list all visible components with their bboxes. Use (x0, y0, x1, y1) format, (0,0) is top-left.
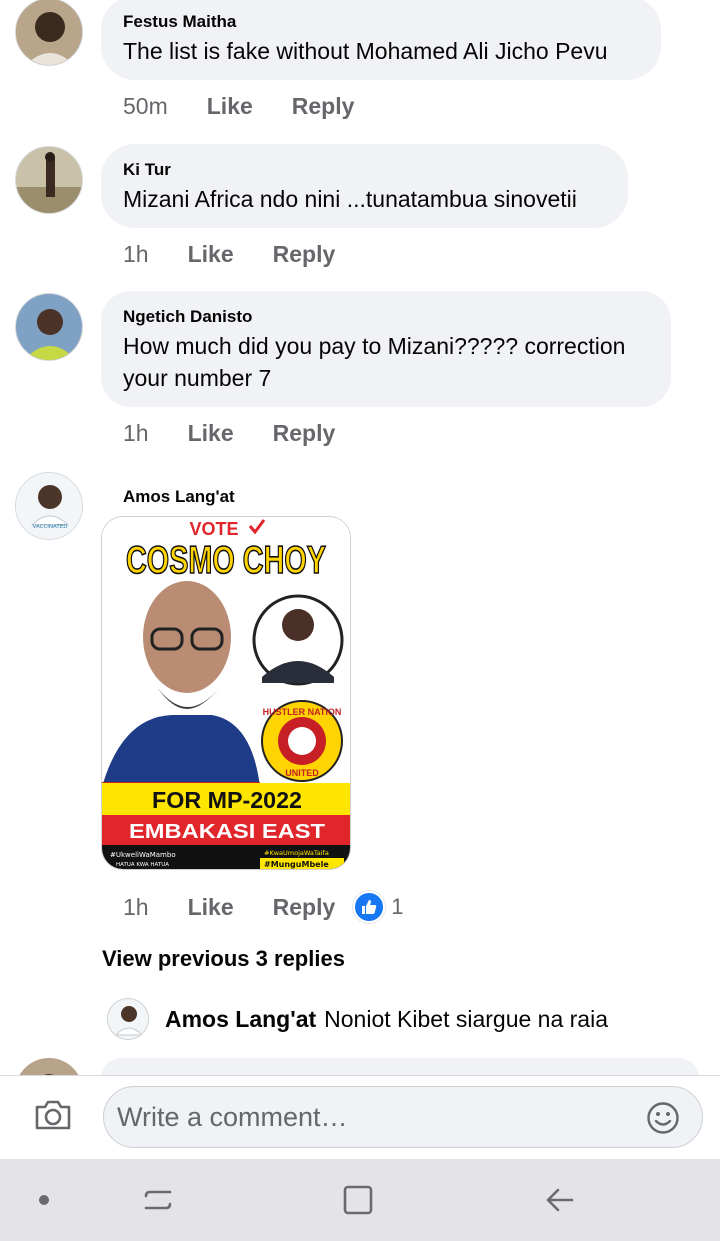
comment-time[interactable]: 50m (123, 93, 168, 120)
camera-icon[interactable] (34, 1098, 72, 1137)
reaction-summary[interactable]: 1 (353, 891, 442, 923)
svg-text:UNITED: UNITED (285, 768, 319, 778)
avatar[interactable]: VACCINATED (15, 472, 83, 540)
reply-button[interactable]: Reply (273, 420, 336, 447)
reply-button[interactable]: Reply (273, 241, 336, 268)
reply-preview-text: Amos Lang'at Noniot Kibet siargue na raia (165, 1006, 608, 1033)
comment-author[interactable]: Ngetich Danisto (123, 307, 649, 327)
svg-text:FOR MP-2022: FOR MP-2022 (152, 787, 302, 813)
reply-author[interactable]: Amos Lang'at (165, 1006, 316, 1032)
comment-text: Mizani Africa ndo nini ...tunatambua sin… (123, 186, 577, 212)
avatar[interactable] (15, 293, 83, 361)
avatar[interactable] (107, 998, 149, 1040)
svg-text:EMBAKASI EAST: EMBAKASI EAST (129, 821, 325, 843)
view-previous-replies-link[interactable]: View previous 3 replies (102, 946, 345, 972)
svg-text:COSMO CHOY: COSMO CHOY (126, 539, 326, 582)
svg-text:#MunguMbele: #MunguMbele (264, 860, 329, 869)
comment-author[interactable]: Amos Lang'at (123, 487, 235, 507)
like-button[interactable]: Like (188, 894, 234, 921)
comment-bubble[interactable]: Festus Maitha The list is fake without M… (101, 0, 661, 80)
reply-button[interactable]: Reply (273, 894, 336, 921)
svg-text:#KwaUmojaWaTaifa: #KwaUmojaWaTaifa (264, 849, 329, 857)
comment-actions: 50m Like Reply (123, 93, 393, 120)
comment-composer (0, 1075, 720, 1159)
comment-time[interactable]: 1h (123, 420, 149, 447)
reaction-count: 1 (391, 894, 404, 919)
attached-poster-image[interactable]: VOTE COSMO CHOY HUSTLER NATION UNITED FO… (101, 516, 351, 870)
comment-actions: 1h Like Reply 1 (123, 891, 443, 923)
comment-actions: 1h Like Reply (123, 241, 374, 268)
emoji-icon[interactable] (646, 1101, 680, 1140)
reply-button[interactable]: Reply (292, 93, 355, 120)
comment-text: The list is fake without Mohamed Ali Jic… (123, 38, 608, 64)
comment-author[interactable]: Ki Tur (123, 160, 606, 180)
svg-text:#UkweliWaMambo: #UkweliWaMambo (110, 851, 176, 859)
home-icon[interactable] (330, 1159, 386, 1241)
reply-preview[interactable]: Amos Lang'at Noniot Kibet siargue na raia (107, 998, 608, 1040)
thumbs-up-icon (353, 891, 386, 923)
comment-text: How much did you pay to Mizani????? corr… (123, 333, 626, 391)
comment-input[interactable] (117, 1101, 617, 1133)
comment-time[interactable]: 1h (123, 241, 149, 268)
avatar[interactable] (15, 146, 83, 214)
avatar[interactable] (15, 0, 83, 66)
like-button[interactable]: Like (188, 420, 234, 447)
svg-text:HUSTLER NATION: HUSTLER NATION (263, 707, 342, 717)
reply-body: Noniot Kibet siargue na raia (324, 1005, 608, 1032)
comment-input-box[interactable] (103, 1086, 703, 1148)
system-navigation-bar (0, 1159, 720, 1241)
comment-actions: 1h Like Reply (123, 420, 374, 447)
back-icon[interactable] (532, 1159, 588, 1241)
like-button[interactable]: Like (188, 241, 234, 268)
like-button[interactable]: Like (207, 93, 253, 120)
comment-bubble[interactable]: Ngetich Danisto How much did you pay to … (101, 291, 671, 407)
comment-author[interactable]: Festus Maitha (123, 12, 639, 32)
svg-text:HATUA KWA HATUA: HATUA KWA HATUA (116, 862, 169, 868)
dot-icon[interactable] (22, 1159, 66, 1241)
recent-apps-icon[interactable] (130, 1159, 186, 1241)
svg-text:VOTE: VOTE (189, 519, 238, 539)
svg-text:VACCINATED: VACCINATED (33, 524, 68, 530)
comment-time[interactable]: 1h (123, 894, 149, 921)
comment-bubble[interactable]: Ki Tur Mizani Africa ndo nini ...tunatam… (101, 144, 628, 228)
